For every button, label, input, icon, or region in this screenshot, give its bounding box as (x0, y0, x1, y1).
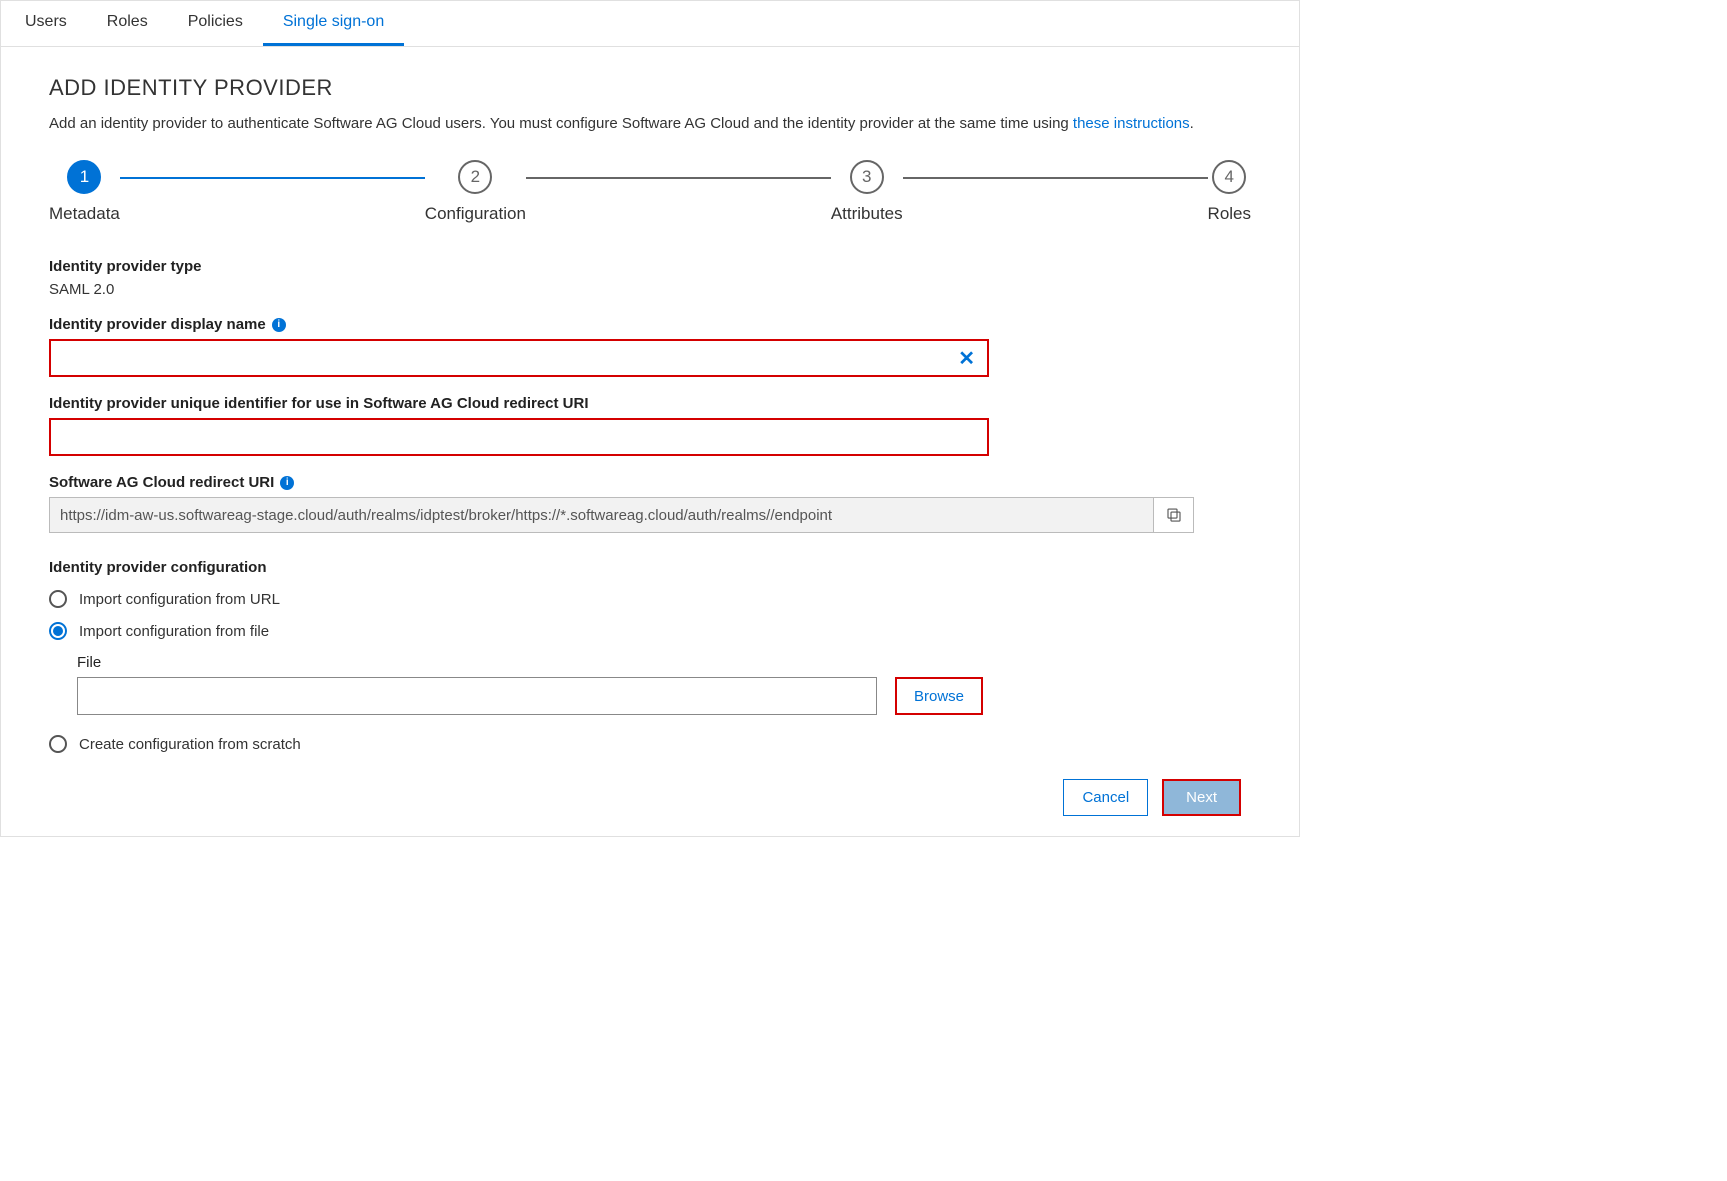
unique-id-input[interactable] (59, 429, 979, 446)
redirect-uri-label: Software AG Cloud redirect URI (49, 474, 274, 491)
tab-single-sign-on[interactable]: Single sign-on (263, 1, 404, 46)
browse-button[interactable]: Browse (895, 677, 983, 715)
file-path-input[interactable] (77, 677, 877, 715)
radio-label: Create configuration from scratch (79, 736, 301, 753)
step-label: Metadata (49, 204, 120, 224)
provider-type-value: SAML 2.0 (49, 281, 1251, 298)
step-label: Configuration (425, 204, 526, 224)
step-number: 2 (458, 160, 492, 194)
clear-icon[interactable]: ✕ (954, 346, 979, 371)
step-number: 4 (1212, 160, 1246, 194)
display-name-label: Identity provider display name (49, 316, 266, 333)
step-connector (903, 177, 1208, 179)
display-name-field-wrapper: ✕ (49, 339, 989, 377)
file-label: File (77, 654, 1251, 671)
step-number: 3 (850, 160, 884, 194)
copy-button[interactable] (1154, 497, 1194, 533)
radio-label: Import configuration from file (79, 623, 269, 640)
display-name-input[interactable] (59, 350, 954, 367)
step-label: Roles (1208, 204, 1251, 224)
unique-id-label: Identity provider unique identifier for … (49, 395, 1251, 412)
radio-create-scratch[interactable]: Create configuration from scratch (49, 735, 1251, 753)
redirect-uri-value: https://idm-aw-us.softwareag-stage.cloud… (49, 497, 1154, 533)
tab-users[interactable]: Users (5, 1, 87, 46)
step-number: 1 (67, 160, 101, 194)
step-configuration[interactable]: 2 Configuration (425, 160, 526, 224)
radio-import-url[interactable]: Import configuration from URL (49, 590, 1251, 608)
unique-id-field-wrapper (49, 418, 989, 456)
config-section-label: Identity provider configuration (49, 559, 1251, 576)
step-roles[interactable]: 4 Roles (1208, 160, 1251, 224)
step-connector (526, 177, 831, 179)
wizard-stepper: 1 Metadata 2 Configuration 3 Attributes … (49, 160, 1251, 224)
step-label: Attributes (831, 204, 903, 224)
intro-suffix: . (1190, 115, 1194, 132)
radio-icon (49, 622, 67, 640)
step-connector (120, 177, 425, 179)
provider-type-label: Identity provider type (49, 258, 1251, 275)
cancel-button[interactable]: Cancel (1063, 779, 1148, 816)
info-icon[interactable]: i (272, 318, 286, 332)
intro-text: Add an identity provider to authenticate… (49, 115, 1251, 132)
radio-icon (49, 590, 67, 608)
tab-bar: Users Roles Policies Single sign-on (1, 1, 1299, 47)
step-metadata[interactable]: 1 Metadata (49, 160, 120, 224)
intro-text-body: Add an identity provider to authenticate… (49, 115, 1073, 132)
next-button[interactable]: Next (1162, 779, 1241, 816)
page-title: ADD IDENTITY PROVIDER (49, 75, 1251, 101)
radio-label: Import configuration from URL (79, 591, 280, 608)
instructions-link[interactable]: these instructions (1073, 115, 1190, 132)
tab-roles[interactable]: Roles (87, 1, 168, 46)
radio-icon (49, 735, 67, 753)
tab-policies[interactable]: Policies (168, 1, 263, 46)
copy-icon (1165, 506, 1183, 524)
radio-import-file[interactable]: Import configuration from file (49, 622, 1251, 640)
step-attributes[interactable]: 3 Attributes (831, 160, 903, 224)
info-icon[interactable]: i (280, 476, 294, 490)
